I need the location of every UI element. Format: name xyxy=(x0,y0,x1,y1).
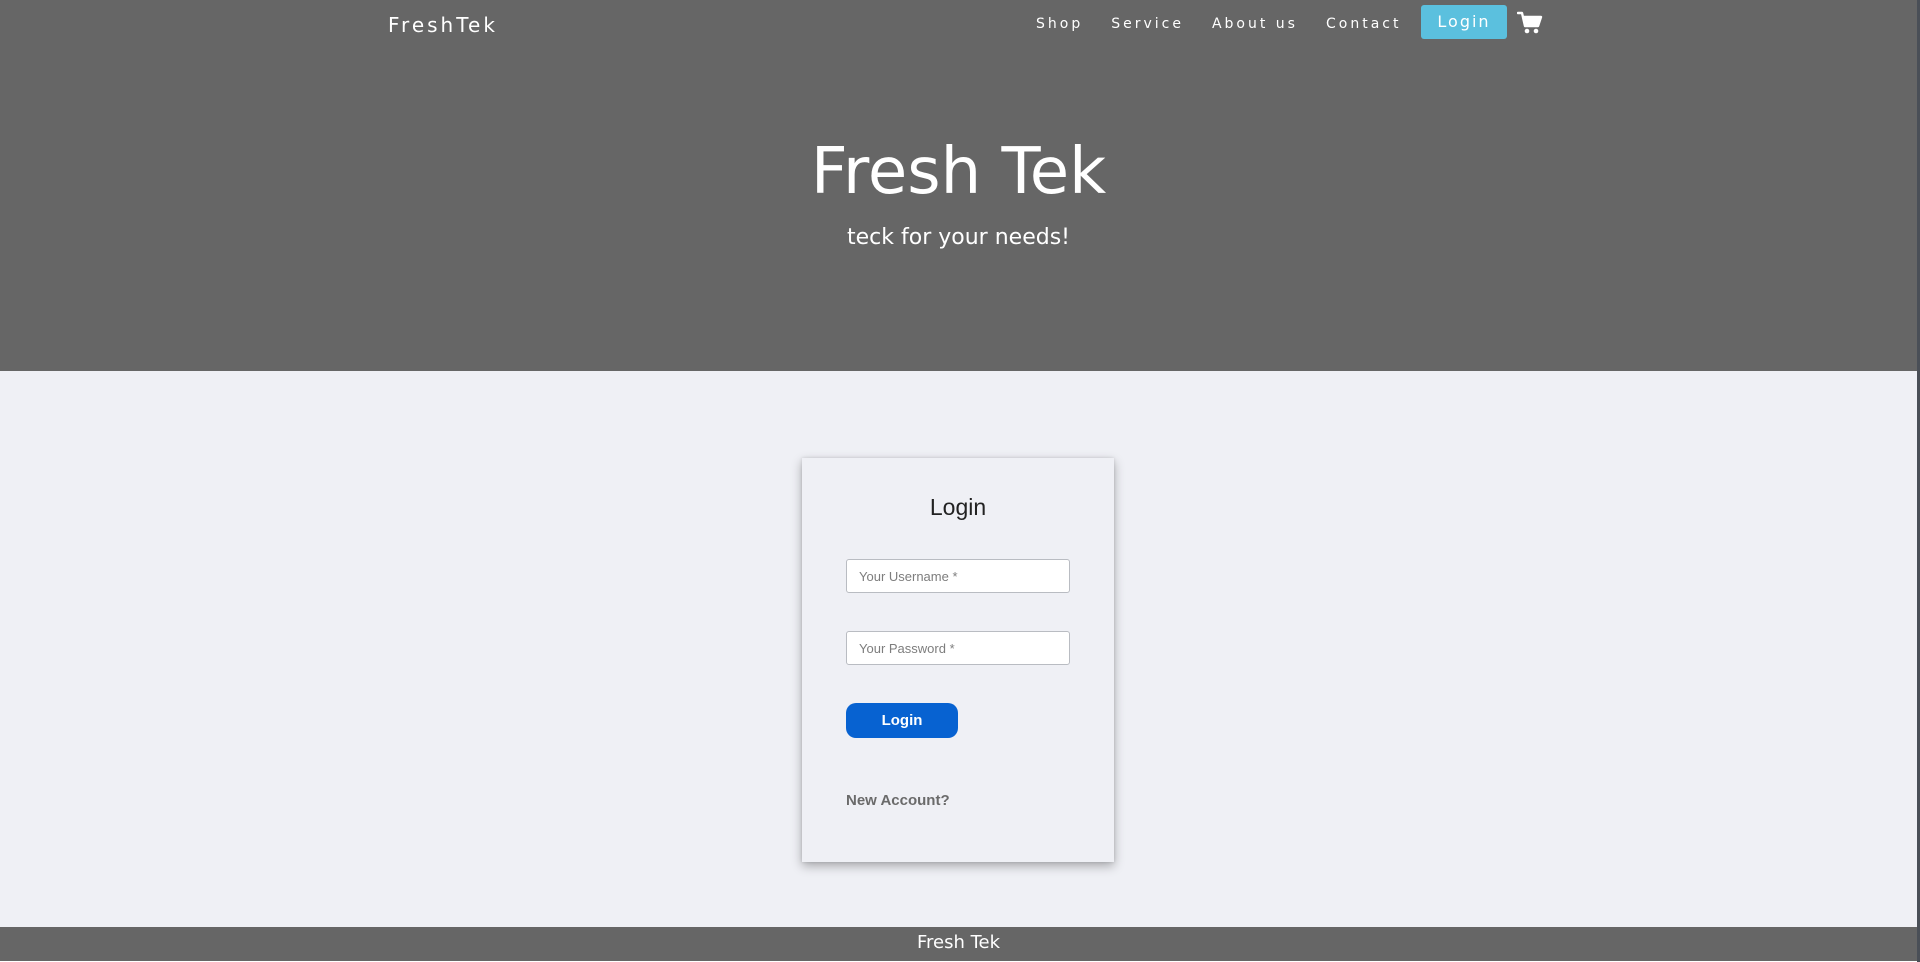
main-content: Login Login New Account? xyxy=(0,371,1917,927)
username-input[interactable] xyxy=(846,559,1070,593)
login-submit-button[interactable]: Login xyxy=(846,703,958,738)
footer: Fresh Tek xyxy=(0,927,1917,961)
nav-link-contact[interactable]: Contact xyxy=(1326,16,1401,32)
hero-subtitle: teck for your needs! xyxy=(847,225,1070,250)
nav-link-service[interactable]: Service xyxy=(1111,16,1184,32)
nav-link-shop[interactable]: Shop xyxy=(1036,16,1083,32)
shopping-cart-icon[interactable] xyxy=(1516,11,1543,35)
hero-title: Fresh Tek xyxy=(810,135,1107,209)
page: FreshTek Shop Service About us Contact L… xyxy=(0,0,1920,962)
nav-links: Shop Service About us Contact xyxy=(1036,16,1401,32)
hero-header: FreshTek Shop Service About us Contact L… xyxy=(0,0,1917,371)
nav-login-button[interactable]: Login xyxy=(1421,5,1507,39)
password-input[interactable] xyxy=(846,631,1070,665)
login-card: Login Login New Account? xyxy=(802,458,1114,862)
brand-logo[interactable]: FreshTek xyxy=(388,13,498,37)
new-account-link[interactable]: New Account? xyxy=(846,792,950,809)
top-navbar: FreshTek Shop Service About us Contact L… xyxy=(0,0,1917,48)
nav-link-about[interactable]: About us xyxy=(1212,16,1298,32)
login-card-title: Login xyxy=(929,494,987,520)
